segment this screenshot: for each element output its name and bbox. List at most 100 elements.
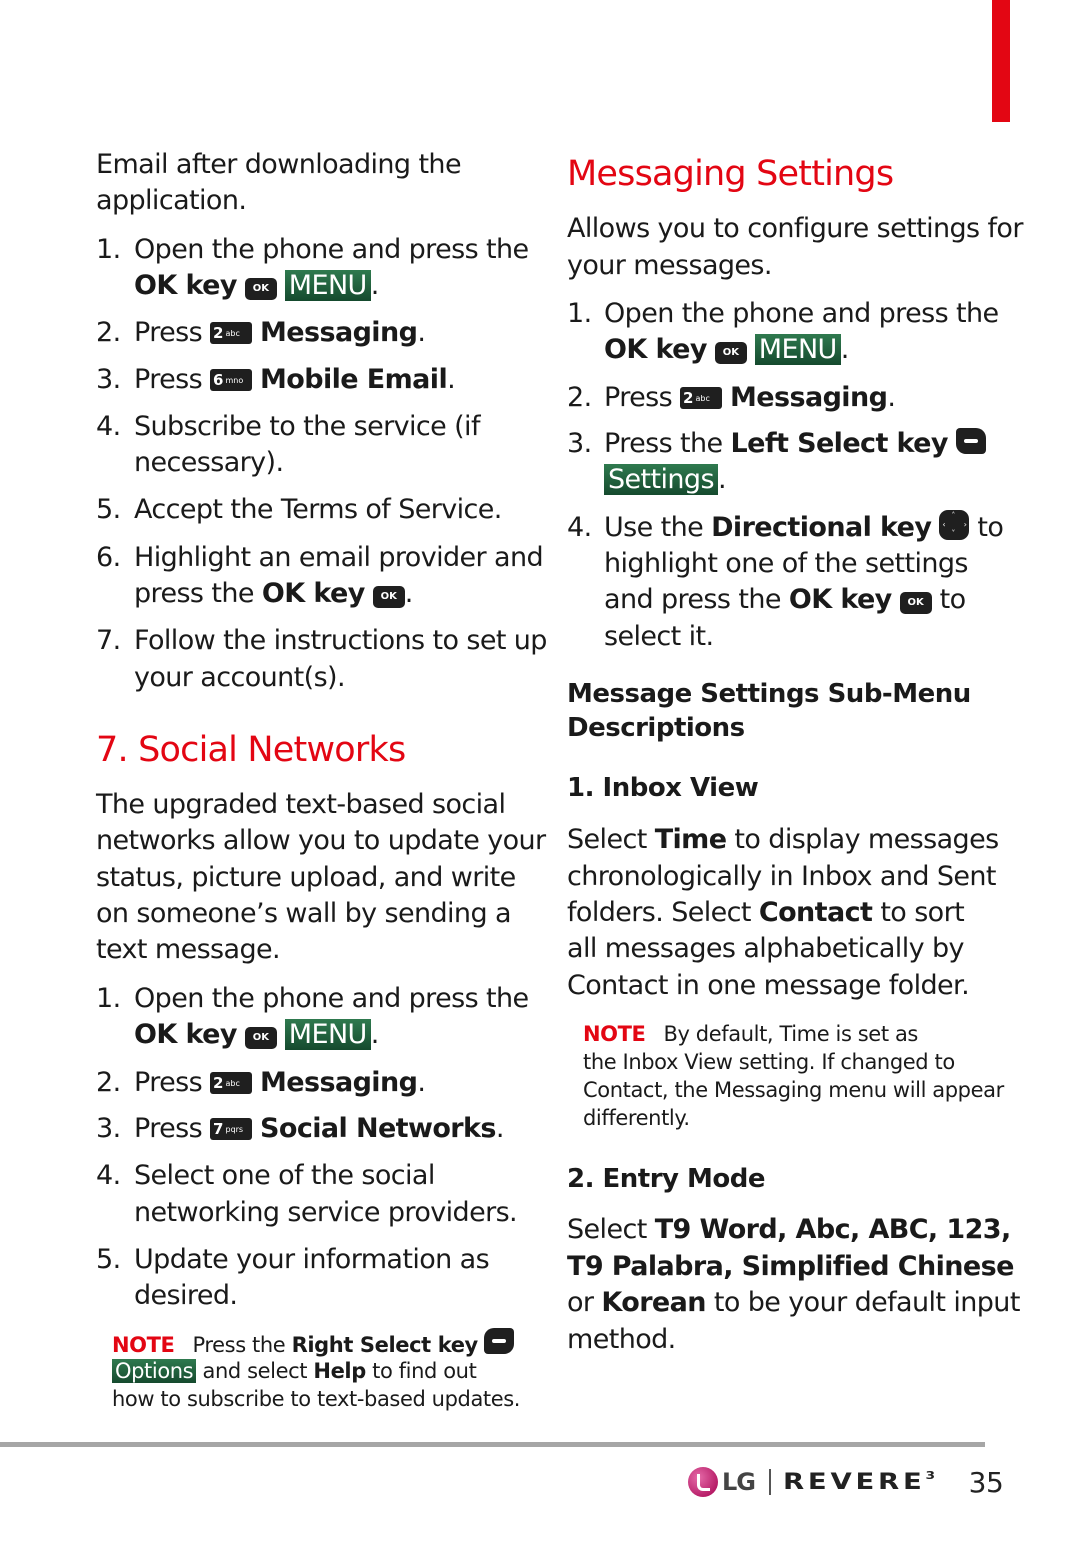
settings-softkey: Settings	[604, 464, 718, 495]
step-text: necessary).	[134, 447, 284, 478]
menu-item-label: Messaging	[260, 317, 418, 348]
punct: .	[417, 1067, 426, 1098]
key-7-pqrs-icon: 7 pqrs	[210, 1118, 253, 1140]
step-text: Open the phone and press the	[134, 234, 529, 265]
key-letters: pqrs	[225, 1125, 244, 1134]
step-pre: Press	[134, 317, 203, 348]
page-edge-tab	[992, 0, 1010, 122]
punct: .	[495, 1113, 505, 1144]
subheading-inbox-view: 1. Inbox View	[567, 773, 759, 803]
ok-key-label: OK key	[261, 578, 365, 609]
step-text: OK key OK MENU.	[604, 334, 849, 365]
step-text: Accept the Terms of Service.	[134, 494, 502, 525]
step-text: OK key OK MENU.	[134, 1019, 379, 1050]
step-number: 3.	[567, 428, 592, 459]
step-number: 1.	[567, 298, 592, 329]
ok-key-icon: OK	[714, 342, 747, 364]
note-line: differently.	[583, 1106, 690, 1130]
step-number: 2.	[96, 1067, 121, 1098]
section-heading-messaging-settings: Messaging Settings	[567, 154, 894, 194]
step-number: 4.	[567, 512, 592, 543]
step-text: networking service providers.	[134, 1197, 518, 1228]
subheading: Message Settings Sub-Menu	[567, 679, 971, 709]
step-pre: Press	[604, 382, 673, 413]
right-select-key-label: Right Select key	[291, 1333, 479, 1357]
step-pre: Press	[134, 364, 203, 395]
menu-softkey: MENU	[284, 1019, 371, 1050]
model-number: 3	[925, 1469, 936, 1482]
key-digit: 2	[213, 324, 224, 342]
page-number: 35	[968, 1465, 1004, 1499]
intro-line: Email after downloading the	[96, 149, 462, 180]
text: to sort	[880, 897, 965, 928]
section-heading-social-networks: 7. Social Networks	[96, 730, 406, 770]
note-line: Contact, the Messaging menu will appear	[583, 1078, 1004, 1102]
step-number: 5.	[96, 1244, 121, 1275]
menu-softkey: MENU	[284, 270, 371, 301]
punct: .	[447, 364, 456, 395]
option-korean: Korean	[601, 1287, 706, 1318]
note-line: NOTE By default, Time is set as	[583, 1020, 918, 1048]
brand-name: LG	[722, 1468, 756, 1496]
ok-key-label: OK key	[134, 270, 237, 301]
paragraph-line: method.	[567, 1324, 676, 1355]
step-text: Open the phone and press the	[604, 298, 999, 329]
note-text: to find out	[372, 1359, 477, 1383]
note-line: how to subscribe to text-based updates.	[112, 1387, 521, 1411]
directional-key-icon: ˄ ˅ ‹ ›	[939, 510, 970, 540]
step-text: Press 6 mno Mobile Email.	[134, 362, 456, 398]
ok-key-icon: OK	[372, 586, 405, 608]
paragraph-line: text message.	[96, 934, 281, 965]
note-label: NOTE	[112, 1333, 175, 1357]
step-post: to	[939, 584, 967, 615]
model-text: REVERE	[783, 1470, 926, 1495]
option-time: Time	[654, 824, 727, 855]
step-text: select it.	[604, 621, 714, 652]
step-text: Use the Directional key ˄ ˅ ‹ › to	[604, 510, 1004, 546]
step-text: Press 2 abc Messaging.	[134, 1065, 426, 1101]
paragraph-line: The upgraded text-based social	[96, 789, 506, 820]
key-6-mno-icon: 6 mno	[210, 369, 253, 391]
menu-softkey: MENU	[754, 334, 841, 365]
key-digit: 2	[213, 1074, 224, 1092]
menu-item-label: Mobile Email	[260, 364, 448, 395]
ok-key-icon: OK	[899, 592, 932, 614]
ok-key-icon: OK	[244, 1027, 277, 1049]
step-number: 7.	[96, 625, 121, 656]
paragraph-line: Select Time to display messages	[567, 822, 999, 858]
model-name: REVERE3	[783, 1469, 935, 1495]
help-label: Help	[313, 1359, 366, 1383]
step-text: and press the OK key OK to	[604, 582, 966, 618]
step-text: Settings.	[604, 462, 727, 498]
text: or	[567, 1287, 594, 1318]
ok-key-label: OK key	[134, 1019, 237, 1050]
step-text: Subscribe to the service (if	[134, 411, 480, 442]
left-select-key-icon	[955, 428, 986, 454]
step-text: Press 2 abc Messaging.	[134, 315, 426, 351]
step-text: Open the phone and press the	[134, 983, 529, 1014]
punct: .	[717, 464, 727, 495]
footer-rule	[0, 1442, 985, 1447]
paragraph-line: or Korean to be your default input	[567, 1285, 1020, 1321]
ok-key-icon: OK	[244, 278, 277, 300]
left-select-key-label: Left Select key	[730, 428, 949, 459]
step-pre: Press	[134, 1113, 203, 1144]
text: folders. Select	[567, 897, 752, 928]
key-2-abc-icon: 2 abc	[680, 387, 723, 409]
lg-logo-icon	[688, 1467, 718, 1497]
step-number: 2.	[96, 317, 121, 348]
key-2-abc-icon: 2 abc	[210, 322, 253, 344]
step-post: to	[977, 512, 1004, 543]
paragraph-line: status, picture upload, and write	[96, 862, 516, 893]
paragraph-line: Select T9 Word, Abc, ABC, 123,	[567, 1212, 1011, 1248]
subheading: Descriptions	[567, 713, 745, 743]
step-number: 3.	[96, 1113, 121, 1144]
step-pre: Use the	[604, 512, 704, 543]
step-text: highlight one of the settings	[604, 548, 968, 579]
step-pre: press the	[134, 578, 254, 609]
step-number: 6.	[96, 542, 121, 573]
text: to be your default input	[713, 1287, 1021, 1318]
step-pre: Press	[134, 1067, 203, 1098]
paragraph-line: on someone’s wall by sending a	[96, 898, 512, 929]
menu-item-label: Messaging	[730, 382, 888, 413]
